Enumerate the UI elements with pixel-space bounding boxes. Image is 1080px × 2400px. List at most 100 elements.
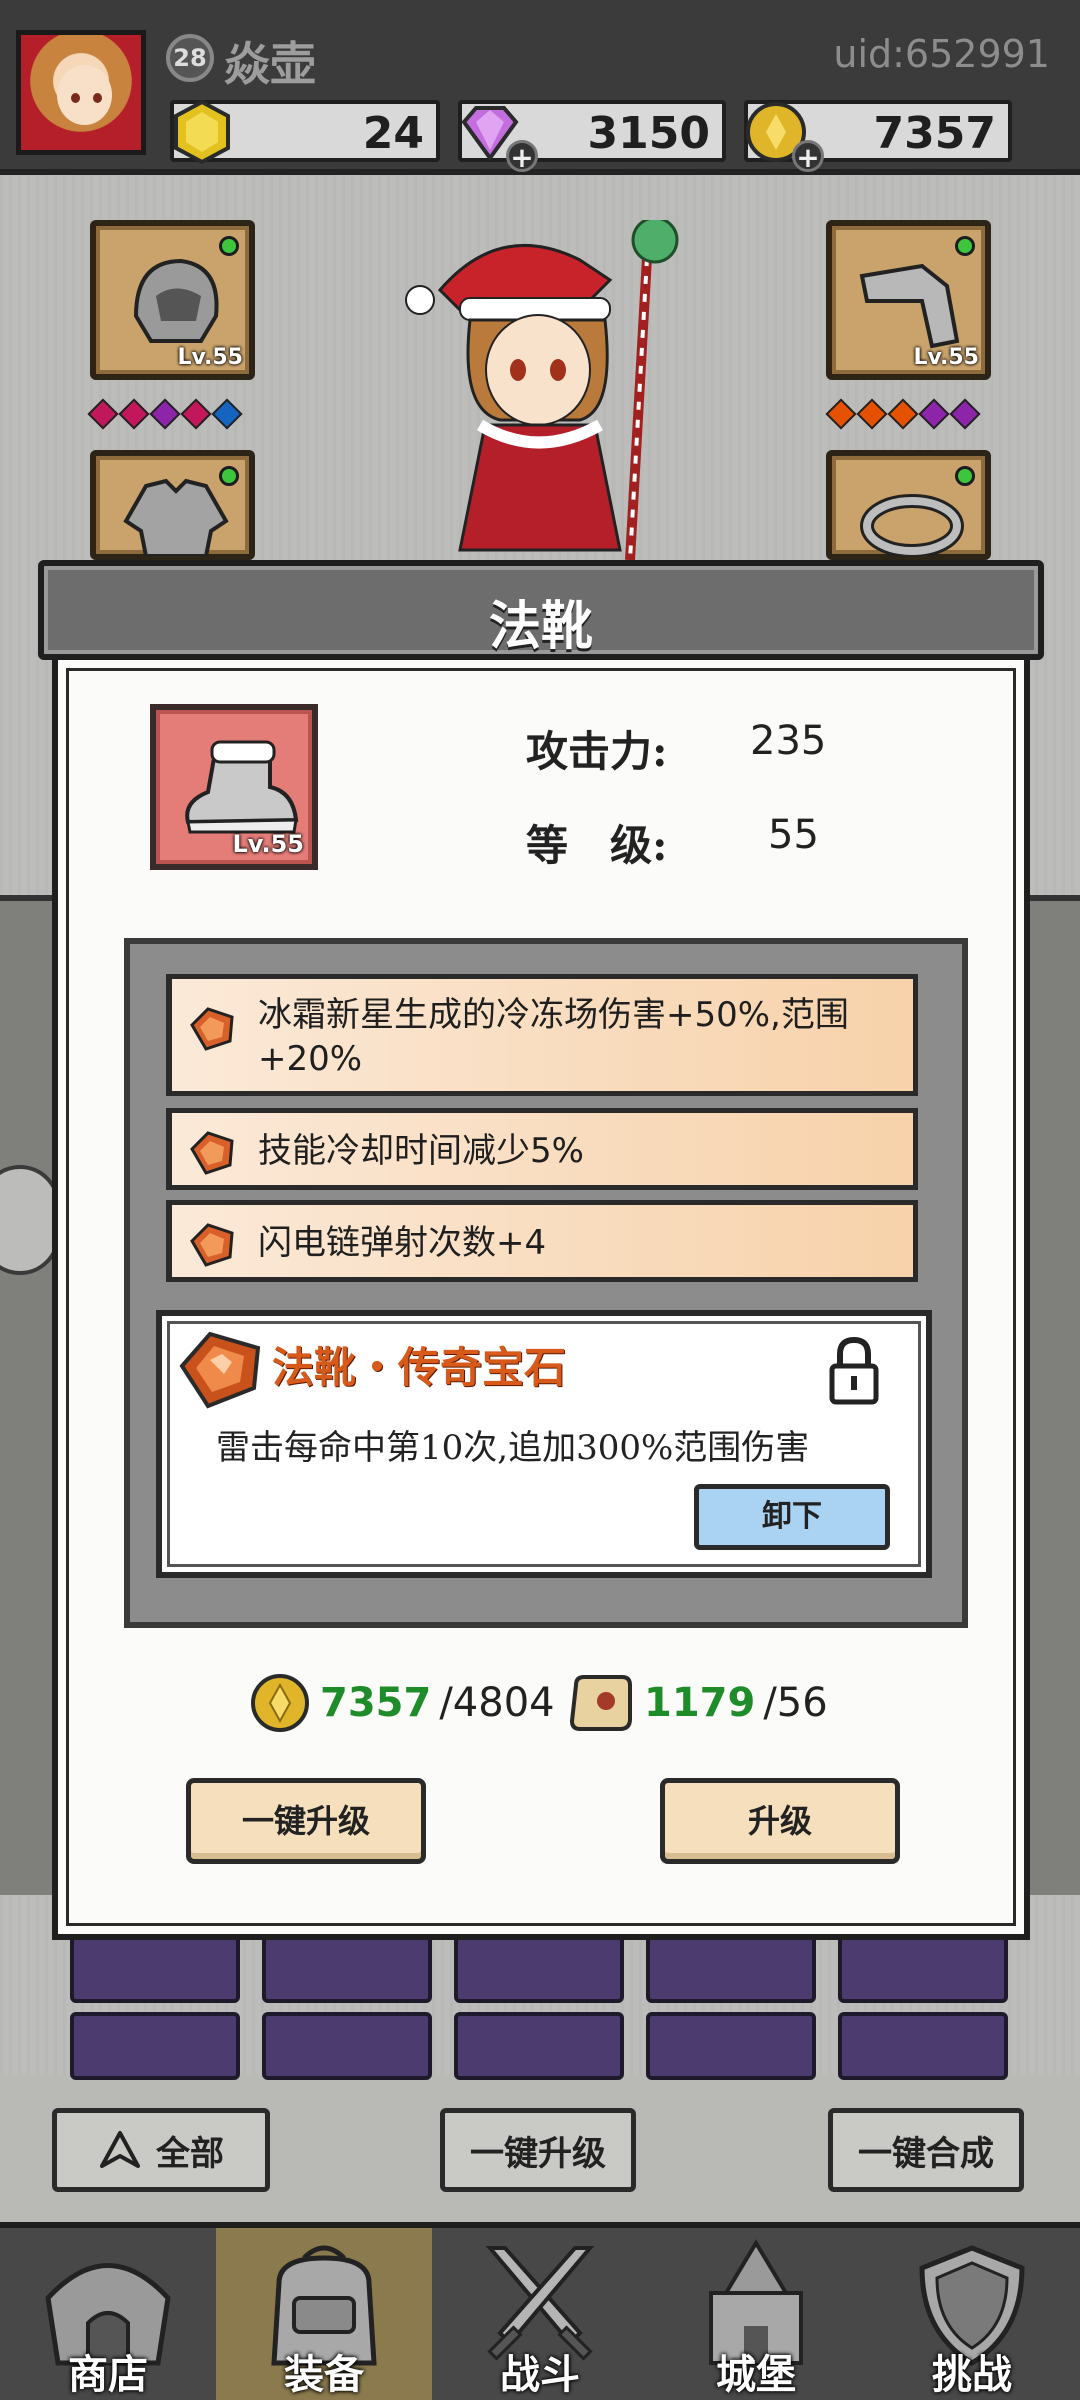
right-gem-row (825, 398, 981, 430)
legendary-description: 雷击每命中第10次,追加300%范围伤害 (216, 1428, 810, 1468)
avatar-face (57, 65, 112, 125)
avatar-eye (93, 93, 102, 103)
legendary-gem-icon (179, 1331, 261, 1409)
ring-slot[interactable] (826, 450, 991, 560)
coin-required: /4804 (439, 1680, 555, 1726)
gem-icon (118, 398, 150, 430)
affix-text: 冰霜新星生成的冷冻场伤害+50%,范围+20% (258, 995, 849, 1079)
level-value: 55 (768, 812, 819, 858)
gem-icon (211, 398, 243, 430)
armor-icon (123, 478, 229, 556)
modal-header: 法靴 (38, 560, 1044, 660)
inventory-slot[interactable] (70, 2012, 240, 2080)
gold-gem-counter: 24 (170, 99, 440, 165)
attack-label: 攻击力: (526, 727, 668, 776)
bulk-merge-button[interactable]: 一键合成 (828, 2108, 1024, 2192)
gold-gem-value: 24 (362, 108, 424, 159)
gem-icon (887, 398, 919, 430)
filter-all-button[interactable]: 全部 (52, 2108, 270, 2192)
player-avatar[interactable] (16, 30, 146, 155)
scroll-icon (569, 1675, 632, 1731)
helmet-slot[interactable]: Lv.55 (90, 220, 255, 380)
orange-gem-icon (190, 1131, 234, 1175)
bottom-nav: 商店 装备 战斗 城堡 挑战 (0, 2222, 1080, 2400)
coin-owned: 7357 (320, 1680, 432, 1726)
attack-value: 235 (750, 718, 827, 764)
nav-shop[interactable]: 商店 (0, 2228, 216, 2400)
coin-icon (251, 1674, 309, 1732)
gem-icon (825, 398, 857, 430)
inventory-slot[interactable] (262, 1935, 432, 2003)
coin-cost: 7357/4804 (248, 1668, 555, 1738)
nav-castle[interactable]: 城堡 (648, 2228, 864, 2400)
inventory-slot[interactable] (646, 2012, 816, 2080)
legendary-gem-panel: 法靴・传奇宝石 雷击每命中第10次,追加300%范围伤害 卸下 (156, 1310, 932, 1578)
orange-gem-icon (190, 1223, 234, 1267)
nav-battle-label: 战斗 (500, 2351, 580, 2398)
inventory-row (70, 2012, 1010, 2082)
gem-icon (918, 398, 950, 430)
nav-equipment[interactable]: 装备 (216, 2228, 432, 2400)
inventory-row (70, 1935, 1010, 2005)
affix-item: 冰霜新星生成的冷冻场伤害+50%,范围+20% (166, 974, 918, 1096)
gem-icon (856, 398, 888, 430)
bracer-slot[interactable]: Lv.55 (826, 220, 991, 380)
helmet-level: Lv.55 (177, 345, 243, 370)
level-label: 等 级: (526, 821, 668, 870)
modal-body: Lv.55 攻击力: 235 等 级: 55 冰霜新星生成的冷冻场伤害+50%,… (52, 660, 1030, 1940)
nav-shop-label: 商店 (68, 2351, 148, 2398)
armor-slot[interactable] (90, 450, 255, 560)
inventory-slot[interactable] (838, 1935, 1008, 2003)
diamond-value: 3150 (587, 108, 710, 159)
add-diamond-button[interactable]: + (506, 140, 538, 173)
nav-castle-label: 城堡 (716, 2351, 796, 2398)
bracer-icon (859, 263, 960, 349)
one-click-upgrade-button[interactable]: 一键升级 (186, 1778, 426, 1864)
lock-icon[interactable] (828, 1336, 880, 1406)
player-level-badge: 28 (166, 34, 214, 82)
ring-icon (860, 494, 964, 556)
affix-text: 闪电链弹射次数+4 (258, 1223, 547, 1263)
gem-icon (949, 398, 981, 430)
inventory-slot[interactable] (70, 1935, 240, 2003)
nav-battle[interactable]: 战斗 (432, 2228, 648, 2400)
modal-title: 法靴 (488, 596, 593, 657)
orange-gem-icon (190, 1007, 234, 1051)
add-coin-button[interactable]: + (792, 140, 824, 173)
affix-item: 技能冷却时间减少5% (166, 1108, 918, 1190)
inventory-slot[interactable] (262, 2012, 432, 2080)
nav-equipment-label: 装备 (284, 2351, 364, 2398)
upgrade-button[interactable]: 升级 (660, 1778, 900, 1864)
top-bar: 28 焱壶 uid:652991 24 + 3150 + 7357 (0, 0, 1080, 175)
nav-challenge-label: 挑战 (932, 2351, 1012, 2398)
filter-triangle-icon (100, 2131, 140, 2168)
scroll-cost: 1179/56 (566, 1668, 828, 1738)
legendary-title: 法靴・传奇宝石 (272, 1343, 567, 1392)
inventory-slot[interactable] (838, 2012, 1008, 2080)
inventory-slot[interactable] (646, 1935, 816, 2003)
gem-icon (87, 398, 119, 430)
item-icon-frame: Lv.55 (150, 704, 318, 870)
boot-icon (185, 740, 299, 834)
player-uid: uid:652991 (833, 32, 1050, 76)
left-gem-row (87, 398, 243, 430)
affix-list: 冰霜新星生成的冷冻场伤害+50%,范围+20% 技能冷却时间减少5% 闪电链弹射… (124, 938, 968, 1628)
player-name: 焱壶 (224, 37, 316, 91)
gem-icon (149, 398, 181, 430)
inventory-slot[interactable] (454, 2012, 624, 2080)
gold-gem-icon (174, 99, 230, 165)
avatar-eye (71, 93, 80, 103)
filter-all-label: 全部 (156, 2133, 224, 2174)
affix-text: 技能冷却时间减少5% (258, 1131, 584, 1171)
scroll-required: /56 (763, 1680, 828, 1726)
unload-button[interactable]: 卸下 (694, 1484, 890, 1550)
coin-counter: + 7357 (744, 100, 1012, 173)
inventory-slot[interactable] (454, 1935, 624, 2003)
hero-character (405, 220, 679, 561)
bracer-level: Lv.55 (913, 345, 979, 370)
bulk-upgrade-button[interactable]: 一键升级 (440, 2108, 636, 2192)
coin-value: 7357 (873, 108, 996, 159)
nav-challenge[interactable]: 挑战 (864, 2228, 1080, 2400)
helmet-icon (133, 258, 219, 343)
gem-icon (180, 398, 212, 430)
